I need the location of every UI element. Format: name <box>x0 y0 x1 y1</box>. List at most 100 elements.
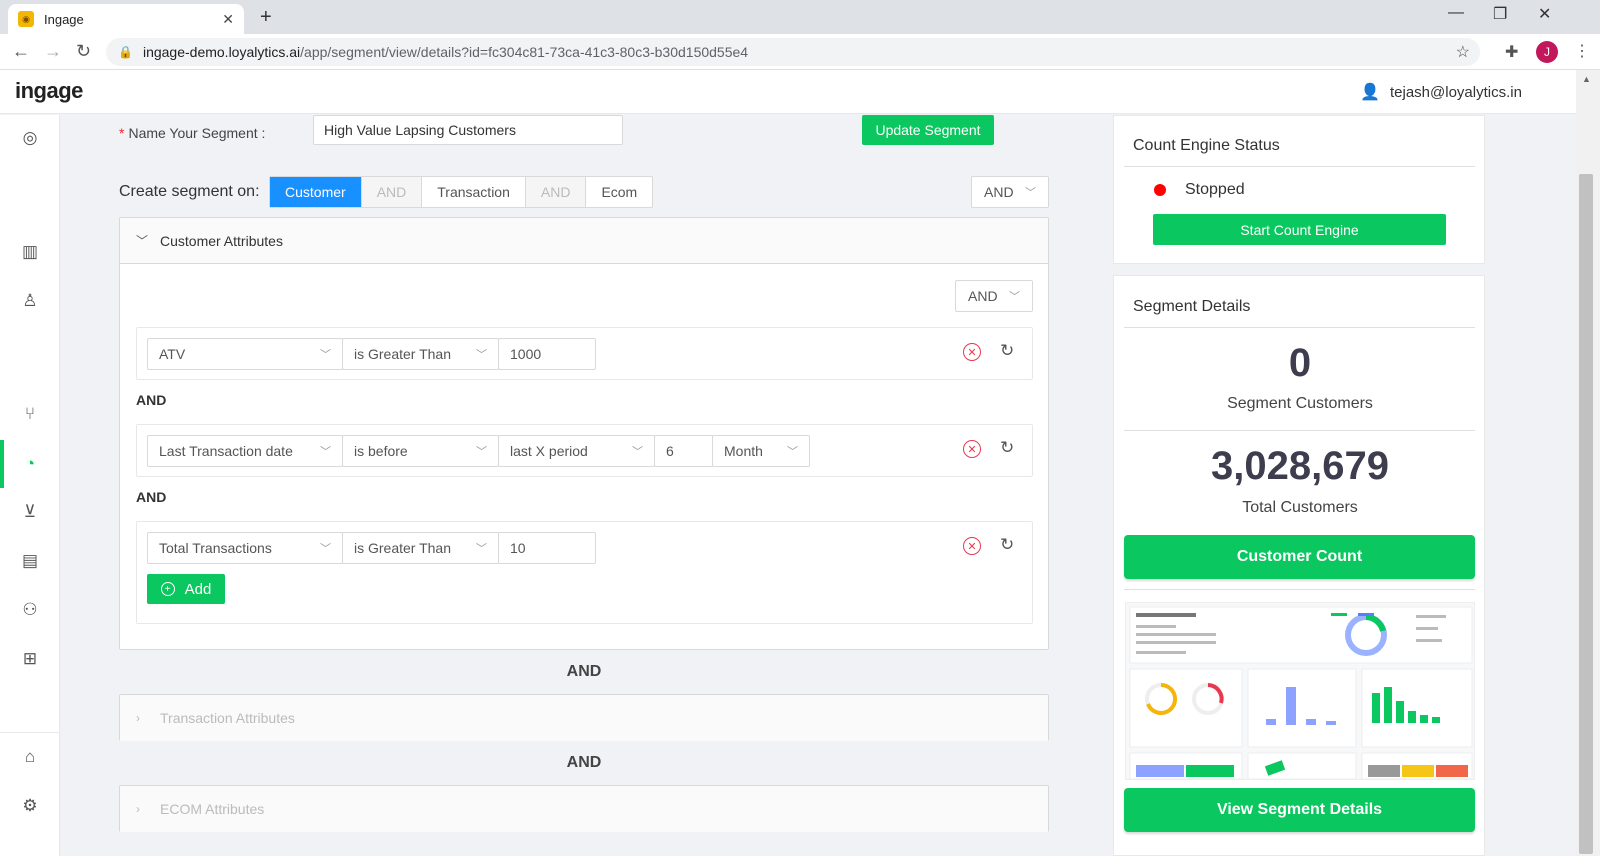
update-segment-button[interactable]: Update Segment <box>862 115 994 145</box>
create-on-customer[interactable]: Customer <box>270 177 362 207</box>
condition-2-unit-value: Month <box>724 443 763 459</box>
customer-attributes-panel: ﹀ Customer Attributes AND ﹀ ATV ﹀ is Great… <box>119 217 1049 650</box>
reset-condition-icon[interactable]: ↻ <box>1000 438 1014 458</box>
transaction-attributes-header[interactable]: › Transaction Attributes <box>120 695 1048 741</box>
segment-dashboard-preview-image[interactable] <box>1125 602 1475 780</box>
nav-report-icon[interactable]: ▤ <box>0 541 60 581</box>
nav-store-icon[interactable]: ⌂ <box>0 737 60 777</box>
page-scrollbar[interactable]: ▲ <box>1576 70 1600 856</box>
condition-1-field-select[interactable]: ATV ﹀ <box>147 338 343 370</box>
reset-condition-icon[interactable]: ↻ <box>1000 341 1014 361</box>
address-bar: ← → ↻ 🔒 ingage-demo.loyalytics.ai/app/se… <box>0 34 1600 70</box>
ingage-logo[interactable]: ingage <box>15 78 83 104</box>
condition-3-value-input[interactable]: 10 <box>498 532 596 564</box>
condition-3-field-value: Total Transactions <box>159 540 272 556</box>
left-nav-rail: ◎ ▥ ♙ ⑂ ◔ ⊻ ▤ ⚇ ⊞ ⌂ ⚙ <box>0 115 60 856</box>
count-engine-status: Stopped <box>1185 181 1245 198</box>
customer-attributes-header[interactable]: ﹀ Customer Attributes <box>120 218 1048 264</box>
customer-count-button[interactable]: Customer Count <box>1124 535 1475 579</box>
section-joiner-1: AND <box>566 663 602 680</box>
condition-row-1: ATV ﹀ is Greater Than ﹀ 1000 ✕ ↻ <box>136 327 1033 380</box>
view-segment-details-button[interactable]: View Segment Details <box>1124 788 1475 832</box>
transaction-attributes-panel[interactable]: › Transaction Attributes <box>119 694 1049 741</box>
condition-2-value-input[interactable]: 6 <box>654 435 713 467</box>
create-on-ecom[interactable]: Ecom <box>586 177 652 207</box>
add-condition-button[interactable]: + Add <box>147 574 225 604</box>
start-count-engine-button[interactable]: Start Count Engine <box>1153 214 1446 245</box>
divider <box>1124 166 1475 167</box>
browser-tab[interactable]: ◉ Ingage ✕ <box>8 4 244 34</box>
chevron-down-icon: ﹀ <box>136 234 149 248</box>
reset-condition-icon[interactable]: ↻ <box>1000 535 1014 555</box>
close-window-icon[interactable]: ✕ <box>1538 4 1551 24</box>
count-engine-card: Count Engine Status Stopped Start Count … <box>1113 115 1485 264</box>
browser-menu-icon[interactable]: ⋮ <box>1574 41 1590 61</box>
condition-2-field-select[interactable]: Last Transaction date ﹀ <box>147 435 343 467</box>
nav-analytics-icon[interactable]: ▥ <box>0 232 60 272</box>
segment-details-title: Segment Details <box>1133 298 1251 315</box>
bookmark-star-icon[interactable]: ☆ <box>1456 42 1470 62</box>
condition-2-unit-select[interactable]: Month ﹀ <box>712 435 810 467</box>
ecom-attributes-panel[interactable]: › ECOM Attributes <box>119 785 1049 832</box>
chevron-down-icon: ﹀ <box>320 446 331 458</box>
ecom-attributes-header[interactable]: › ECOM Attributes <box>120 786 1048 832</box>
scroll-thumb[interactable] <box>1579 174 1593 854</box>
lock-icon: 🔒 <box>118 45 133 59</box>
profile-avatar[interactable]: J <box>1536 41 1558 63</box>
nav-settings-gear-icon[interactable]: ⚙ <box>0 786 60 826</box>
nav-audience-icon[interactable]: ⚇ <box>0 590 60 630</box>
rail-divider <box>0 732 60 733</box>
condition-row-3: Total Transactions ﹀ is Greater Than ﹀ 10 … <box>136 521 1033 624</box>
remove-condition-icon[interactable]: ✕ <box>963 440 981 458</box>
chevron-down-icon: ﹀ <box>476 543 487 555</box>
user-email[interactable]: tejash@loyalytics.in <box>1390 84 1522 101</box>
forward-icon[interactable]: → <box>44 41 62 62</box>
tab-title: Ingage <box>44 11 84 27</box>
url-host: ingage-demo.loyalytics.ai <box>142 44 301 60</box>
count-engine-title: Count Engine Status <box>1133 137 1280 154</box>
back-icon[interactable]: ← <box>12 41 30 62</box>
create-on-transaction[interactable]: Transaction <box>422 177 526 207</box>
top-operator-select[interactable]: AND ﹀ <box>971 176 1049 208</box>
nav-user-icon[interactable]: ♙ <box>0 281 60 321</box>
remove-condition-icon[interactable]: ✕ <box>963 537 981 555</box>
segment-customers-label: Segment Customers <box>1227 395 1373 412</box>
extensions-icon[interactable]: ✚ <box>1505 42 1518 62</box>
section-joiner-2: AND <box>566 754 602 771</box>
condition-1-operator-select[interactable]: is Greater Than ﹀ <box>342 338 499 370</box>
restore-icon[interactable]: ❐ <box>1493 4 1507 24</box>
close-tab-icon[interactable]: ✕ <box>222 11 234 28</box>
scroll-up-icon[interactable]: ▲ <box>1582 74 1591 84</box>
remove-condition-icon[interactable]: ✕ <box>963 343 981 361</box>
segment-customers-count: 0 <box>1288 341 1312 385</box>
segment-name-input[interactable]: High Value Lapsing Customers <box>313 115 623 145</box>
customer-operator-select[interactable]: AND ﹀ <box>955 280 1033 312</box>
reload-icon[interactable]: ↻ <box>76 41 91 62</box>
chevron-down-icon: ﹀ <box>320 543 331 555</box>
app-header: ingage 👤 tejash@loyalytics.in <box>0 70 1576 114</box>
condition-3-field-select[interactable]: Total Transactions ﹀ <box>147 532 343 564</box>
create-on-and-2: AND <box>525 177 587 207</box>
nav-journey-branch-icon[interactable]: ⑂ <box>0 394 60 434</box>
condition-3-operator-select[interactable]: is Greater Than ﹀ <box>342 532 499 564</box>
label-colon: : <box>257 125 266 141</box>
condition-1-value-input[interactable]: 1000 <box>498 338 596 370</box>
condition-2-period-select[interactable]: last X period ﹀ <box>498 435 655 467</box>
new-tab-icon[interactable]: + <box>260 6 272 29</box>
nav-gift-icon[interactable]: ⊞ <box>0 639 60 679</box>
nav-check-circle-icon[interactable]: ◎ <box>0 118 60 158</box>
condition-row-2: Last Transaction date ﹀ is before ﹀ last X… <box>136 424 1033 477</box>
top-operator-value: AND <box>984 184 1014 200</box>
divider <box>1124 327 1475 328</box>
nav-segments-pie-icon[interactable]: ◔ <box>0 444 60 484</box>
dashboard-thumbnail-graphic <box>1129 606 1473 779</box>
condition-2-period-value: last X period <box>510 443 588 459</box>
transaction-attributes-title: Transaction Attributes <box>160 710 295 726</box>
minimize-icon[interactable]: — <box>1448 4 1464 22</box>
nav-voucher-icon[interactable]: ⊻ <box>0 492 60 532</box>
url-field[interactable]: 🔒 ingage-demo.loyalytics.ai/app/segment/… <box>106 38 1480 66</box>
condition-2-operator-select[interactable]: is before ﹀ <box>342 435 499 467</box>
chevron-down-icon: ﹀ <box>476 446 487 458</box>
customer-operator-value: AND <box>968 288 998 304</box>
create-segment-on-label: Create segment on: <box>119 183 260 200</box>
